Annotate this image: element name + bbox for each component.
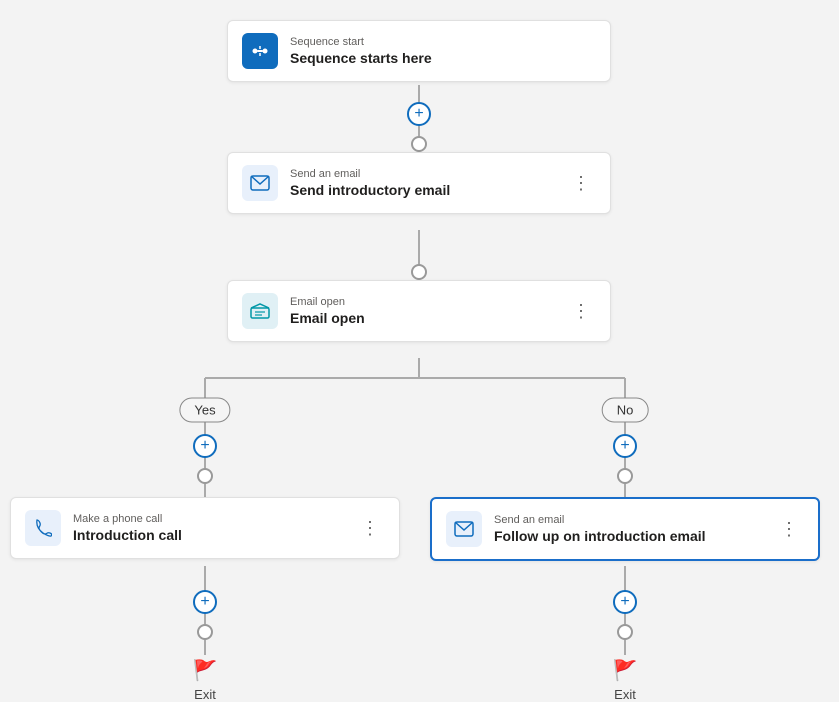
send-email-2-menu-button[interactable]: ⋮ [774, 517, 804, 542]
connector-node-1 [411, 136, 427, 152]
send-email-1-menu-button[interactable]: ⋮ [566, 171, 596, 196]
send-email-1-icon [242, 165, 278, 201]
connector-node-3 [197, 468, 213, 484]
exit-right-node: 🚩 Exit [613, 658, 638, 702]
email-open-icon [242, 293, 278, 329]
phone-call-text: Make a phone call Introduction call [73, 513, 343, 543]
send-email-2-label: Send an email [494, 514, 762, 526]
send-email-1-text: Send an email Send introductory email [290, 168, 554, 198]
exit-right-flag: 🚩 [613, 658, 638, 683]
send-email-1-label: Send an email [290, 168, 554, 180]
exit-left-label: Exit [194, 687, 216, 702]
add-after-phone-button[interactable]: + [193, 590, 217, 614]
email-open-menu-button[interactable]: ⋮ [566, 299, 596, 324]
send-email-1-card[interactable]: Send an email Send introductory email ⋮ [227, 152, 611, 214]
sequence-start-text: Sequence start Sequence starts here [290, 36, 596, 66]
send-email-2-title: Follow up on introduction email [494, 528, 762, 544]
add-step-1-button[interactable]: + [407, 102, 431, 126]
connector-node-5 [197, 624, 213, 640]
sequence-start-title: Sequence starts here [290, 50, 596, 66]
phone-call-icon [25, 510, 61, 546]
send-email-2-card[interactable]: Send an email Follow up on introduction … [430, 497, 820, 561]
email-open-title: Email open [290, 310, 554, 326]
workflow-canvas: Sequence start Sequence starts here + Se… [0, 0, 839, 701]
phone-call-title: Introduction call [73, 527, 343, 543]
exit-right-label: Exit [614, 687, 636, 702]
send-email-2-icon [446, 511, 482, 547]
phone-call-menu-button[interactable]: ⋮ [355, 516, 385, 541]
add-yes-step-button[interactable]: + [193, 434, 217, 458]
send-email-2-text: Send an email Follow up on introduction … [494, 514, 762, 544]
connector-node-6 [617, 624, 633, 640]
add-after-email2-button[interactable]: + [613, 590, 637, 614]
email-open-text: Email open Email open [290, 296, 554, 326]
exit-left-node: 🚩 Exit [193, 658, 218, 702]
connector-node-2 [411, 264, 427, 280]
sequence-start-label: Sequence start [290, 36, 596, 48]
add-no-step-button[interactable]: + [613, 434, 637, 458]
send-email-1-title: Send introductory email [290, 182, 554, 198]
no-branch-label: No [602, 398, 649, 423]
email-open-card[interactable]: Email open Email open ⋮ [227, 280, 611, 342]
yes-branch-label: Yes [179, 398, 230, 423]
sequence-start-icon [242, 33, 278, 69]
connector-node-4 [617, 468, 633, 484]
phone-call-label: Make a phone call [73, 513, 343, 525]
exit-left-flag: 🚩 [193, 658, 218, 683]
email-open-label: Email open [290, 296, 554, 308]
sequence-start-card[interactable]: Sequence start Sequence starts here [227, 20, 611, 82]
phone-call-card[interactable]: Make a phone call Introduction call ⋮ [10, 497, 400, 559]
